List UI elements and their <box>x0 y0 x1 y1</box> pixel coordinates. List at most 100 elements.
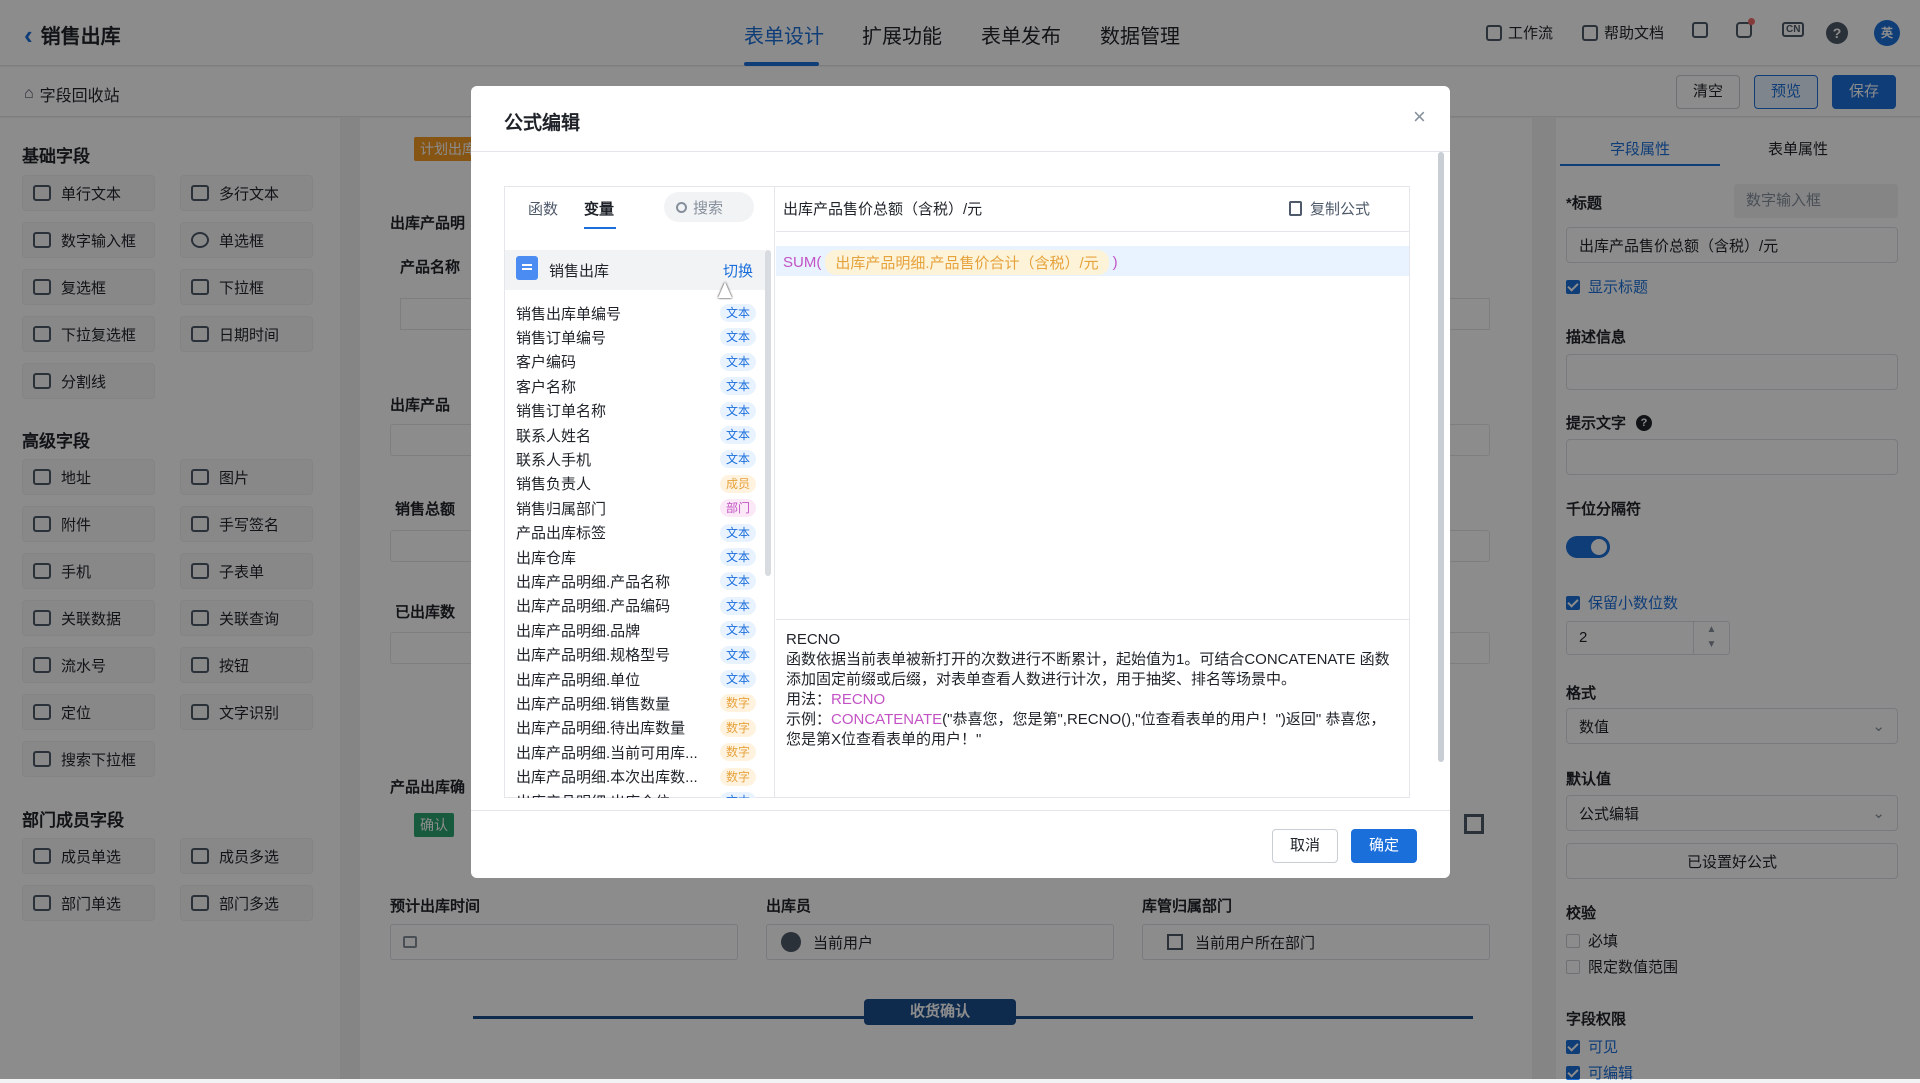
variable-name: 销售负责人 <box>516 476 592 494</box>
variable-type-badge: 文本 <box>719 328 756 347</box>
tab-variables-indicator <box>584 227 616 229</box>
variable-type-badge: 文本 <box>719 645 756 664</box>
search-icon <box>676 201 687 213</box>
variable-list: 销售出库单编号 文本 销售订单编号 文本 客户编码 文本 客户名称 文本 销售订单名称 文本 联系人… <box>504 298 764 798</box>
variable-type-badge: 文本 <box>719 304 756 322</box>
variable-item[interactable]: 客户名称 文本 <box>516 374 756 398</box>
variable-item[interactable]: 销售订单名称 文本 <box>516 399 756 423</box>
variable-type-badge: 文本 <box>719 450 756 469</box>
variable-item[interactable]: 产品出库标签 文本 <box>516 521 756 545</box>
variable-item[interactable]: 出库产品明细.产品编码 文本 <box>516 594 756 618</box>
formula-function: SUM( <box>783 254 822 271</box>
formula-close-paren: ) <box>1112 254 1118 271</box>
variable-type-badge: 文本 <box>719 572 756 591</box>
variable-name: 出库仓库 <box>516 549 577 567</box>
form-icon-lines <box>522 264 532 266</box>
variable-name: 联系人手机 <box>516 451 592 469</box>
form-source-name: 销售出库 <box>549 263 610 280</box>
copy-formula-label: 复制公式 <box>1310 201 1371 218</box>
variable-item[interactable]: 出库产品明细.产品名称 文本 <box>516 569 756 593</box>
variable-search[interactable]: 搜索 <box>664 192 754 222</box>
variable-item[interactable]: 出库产品明细.品牌 文本 <box>516 618 756 642</box>
variable-name: 销售出库单编号 <box>516 305 622 323</box>
help-example: 示例：CONCATENATE("恭喜您，您是第",RECNO(),"位查看表单的… <box>786 710 1396 750</box>
variable-item[interactable]: 出库产品明细.销售数量 数字 <box>516 691 756 715</box>
variable-type-badge: 文本 <box>719 352 756 371</box>
variable-item[interactable]: 出库产品明细.本次出库数... 数字 <box>516 765 756 789</box>
footer-divider <box>471 810 1450 811</box>
help-usage: 用法：RECNO <box>786 690 1396 710</box>
variable-item[interactable]: 联系人手机 文本 <box>516 447 756 471</box>
variable-name: 出库产品明细.销售数量 <box>516 695 671 713</box>
copy-formula-button[interactable]: 复制公式 <box>1289 198 1370 219</box>
variable-type-badge: 文本 <box>719 596 756 615</box>
editor-header-divider <box>776 231 1409 232</box>
variable-item[interactable]: 销售负责人 成员 <box>516 472 756 496</box>
variable-item[interactable]: 联系人姓名 文本 <box>516 423 756 447</box>
variable-type-badge: 文本 <box>719 523 756 542</box>
variable-type-badge: 文本 <box>719 548 756 566</box>
variable-item[interactable]: 销售出库单编号 文本 <box>516 301 756 325</box>
variable-name: 出库产品明细.出库仓位 <box>516 791 670 799</box>
variable-type-badge: 数字 <box>719 743 756 762</box>
variable-name: 联系人姓名 <box>516 427 592 445</box>
variable-name: 出库产品明细.产品名称 <box>516 573 671 591</box>
help-function-name: RECNO <box>786 631 841 648</box>
variable-item[interactable]: 出库产品明细.待出库数量 数字 <box>516 716 756 740</box>
variable-name: 出库产品明细.待出库数量 <box>516 720 686 738</box>
help-divider <box>776 619 1409 620</box>
close-icon[interactable]: × <box>1413 104 1426 130</box>
variable-name: 出库产品明细.产品编码 <box>516 598 671 616</box>
variable-item[interactable]: 出库产品明细.出库仓位 文本 <box>516 789 756 798</box>
search-placeholder: 搜索 <box>693 199 724 217</box>
header-divider <box>471 151 1450 152</box>
example-label: 示例： <box>786 711 832 728</box>
example-function: CONCATENATE <box>831 711 943 728</box>
variable-item[interactable]: 出库产品明细.当前可用库... 数字 <box>516 740 756 764</box>
variable-type-badge: 数字 <box>719 694 756 713</box>
cancel-button[interactable]: 取消 <box>1272 829 1338 863</box>
variable-name: 客户编码 <box>516 354 577 372</box>
variable-item[interactable]: 客户编码 文本 <box>516 350 756 374</box>
variable-type-badge: 成员 <box>719 474 756 493</box>
variable-name: 出库产品明细.品牌 <box>516 622 641 640</box>
formula-field-name: 出库产品售价总额（含税）/元 <box>783 201 983 218</box>
tab-functions[interactable]: 函数 <box>528 198 558 219</box>
variable-type-badge: 文本 <box>719 401 756 420</box>
help-description: 函数依据当前表单被新打开的次数进行不断累计，起始值为1。可结合CONCATENA… <box>786 651 1390 688</box>
variable-name: 出库产品明细.本次出库数... <box>516 769 698 787</box>
function-help: RECNO 函数依据当前表单被新打开的次数进行不断累计，起始值为1。可结合CON… <box>786 630 1396 750</box>
variable-item[interactable]: 出库仓库 文本 <box>516 545 756 569</box>
switch-form-link[interactable]: 切换 <box>723 260 753 281</box>
dialog-title: 公式编辑 <box>504 113 581 134</box>
usage-value: RECNO <box>831 691 886 708</box>
variable-type-badge: 文本 <box>719 670 756 688</box>
formula-variable-token[interactable]: 出库产品明细.产品售价合计（含税）/元 <box>825 250 1109 275</box>
variable-type-badge: 文本 <box>719 621 756 640</box>
variable-type-badge: 文本 <box>719 377 756 396</box>
variable-type-badge: 文本 <box>719 792 756 798</box>
variable-item[interactable]: 出库产品明细.规格型号 文本 <box>516 643 756 667</box>
variable-type-badge: 数字 <box>719 767 756 786</box>
variable-name: 出库产品明细.单位 <box>516 671 641 689</box>
tab-variables[interactable]: 变量 <box>584 198 614 219</box>
usage-label: 用法： <box>786 691 832 708</box>
confirm-button[interactable]: 确定 <box>1351 829 1417 863</box>
pointer-cursor-icon <box>718 282 732 298</box>
variable-name: 出库产品明细.规格型号 <box>516 647 671 665</box>
variable-type-badge: 文本 <box>719 426 756 444</box>
variable-name: 销售订单名称 <box>516 403 607 421</box>
variable-scrollbar[interactable] <box>765 250 771 576</box>
formula-content: SUM( 出库产品明细.产品售价合计（含税）/元 ) <box>783 250 1118 275</box>
variable-item[interactable]: 销售归属部门 部门 <box>516 496 756 520</box>
variable-type-badge: 部门 <box>719 499 756 518</box>
variable-item[interactable]: 出库产品明细.单位 文本 <box>516 667 756 691</box>
dialog-scrollbar[interactable] <box>1438 152 1444 762</box>
variable-name: 销售订单编号 <box>516 329 607 347</box>
formula-editor-dialog: 公式编辑 × 函数 变量 搜索 销售出库 切换 销售出库单编号 文本 销售订单编号文… <box>471 86 1450 878</box>
variable-name: 客户名称 <box>516 378 577 396</box>
variable-name: 产品出库标签 <box>516 525 607 543</box>
variable-name: 销售归属部门 <box>516 500 607 518</box>
variable-item[interactable]: 销售订单编号 文本 <box>516 325 756 349</box>
form-icon <box>516 256 538 280</box>
